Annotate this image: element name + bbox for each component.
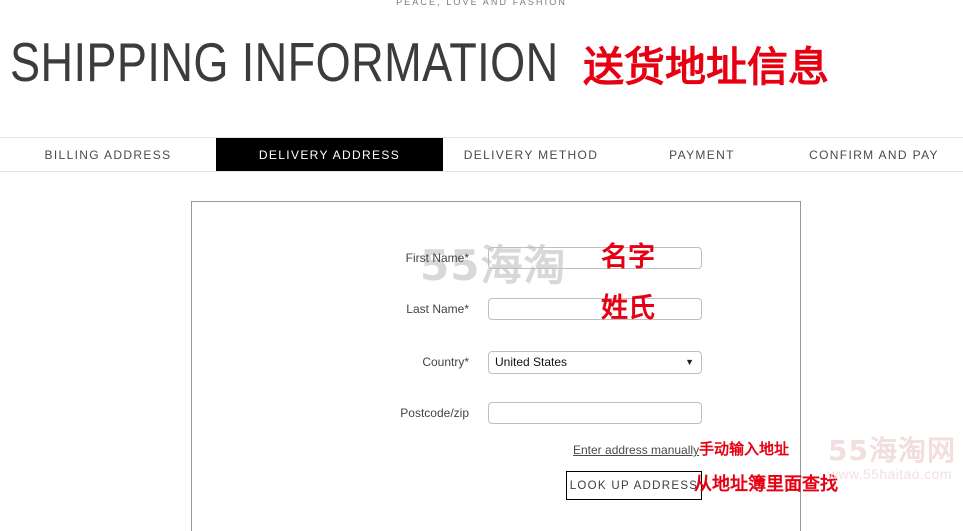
tab-payment[interactable]: PAYMENT	[619, 138, 785, 171]
tab-delivery-address-label: DELIVERY ADDRESS	[258, 147, 401, 162]
country-select-value: United States	[495, 355, 568, 369]
watermark-corner-main: 55海淘网	[828, 434, 956, 467]
brand-tagline-strip: PEACE, LOVE AND FASHION	[0, 0, 963, 9]
postcode-input[interactable]	[488, 402, 702, 424]
field-row-country: Country* United States ▼	[192, 351, 802, 374]
last-name-annotation-cn: 姓氏	[601, 293, 655, 324]
tab-delivery-method-label: DELIVERY METHOD	[463, 147, 599, 162]
tab-confirm-and-pay-label: CONFIRM AND PAY	[809, 147, 939, 162]
enter-address-manually-annotation-cn: 手动输入地址	[699, 440, 790, 458]
enter-address-manually-link[interactable]: Enter address manually	[573, 443, 699, 457]
brand-tagline: PEACE, LOVE AND FASHION	[396, 0, 567, 7]
tab-confirm-and-pay[interactable]: CONFIRM AND PAY	[785, 138, 963, 171]
page-title-annotation-cn: 送货地址信息	[583, 43, 830, 91]
look-up-address-button-label: LOOK UP ADDRESS	[569, 479, 699, 492]
watermark-corner: 55海淘网 www.55haitao.com	[828, 434, 956, 483]
checkout-steps-tabbar: BILLING ADDRESS DELIVERY ADDRESS DELIVER…	[0, 137, 963, 172]
tab-delivery-address[interactable]: DELIVERY ADDRESS	[216, 138, 443, 171]
last-name-label: Last Name*	[406, 302, 469, 316]
country-select[interactable]: United States ▼	[488, 351, 702, 374]
field-row-first-name: First Name*	[192, 247, 802, 269]
tab-billing-address-label: BILLING ADDRESS	[44, 147, 172, 162]
watermark-corner-sub: www.55haitao.com	[828, 466, 952, 482]
page-heading: SHIPPING INFORMATION 送货地址信息	[10, 31, 829, 98]
first-name-annotation-cn: 名字	[601, 242, 655, 273]
last-name-input[interactable]	[488, 298, 702, 320]
first-name-label: First Name*	[405, 251, 469, 265]
first-name-input[interactable]	[488, 247, 702, 269]
tab-payment-label: PAYMENT	[669, 147, 735, 162]
tab-billing-address[interactable]: BILLING ADDRESS	[0, 138, 216, 171]
country-label: Country*	[422, 355, 469, 369]
chevron-down-icon: ▼	[685, 357, 694, 367]
look-up-address-annotation-cn: 从地址簿里面查找	[694, 474, 838, 495]
field-row-postcode: Postcode/zip	[192, 402, 802, 424]
field-row-last-name: Last Name*	[192, 298, 802, 320]
page-title: SHIPPING INFORMATION	[10, 31, 559, 93]
look-up-address-button[interactable]: LOOK UP ADDRESS	[566, 471, 702, 500]
tab-delivery-method[interactable]: DELIVERY METHOD	[443, 138, 619, 171]
postcode-label: Postcode/zip	[400, 406, 469, 420]
